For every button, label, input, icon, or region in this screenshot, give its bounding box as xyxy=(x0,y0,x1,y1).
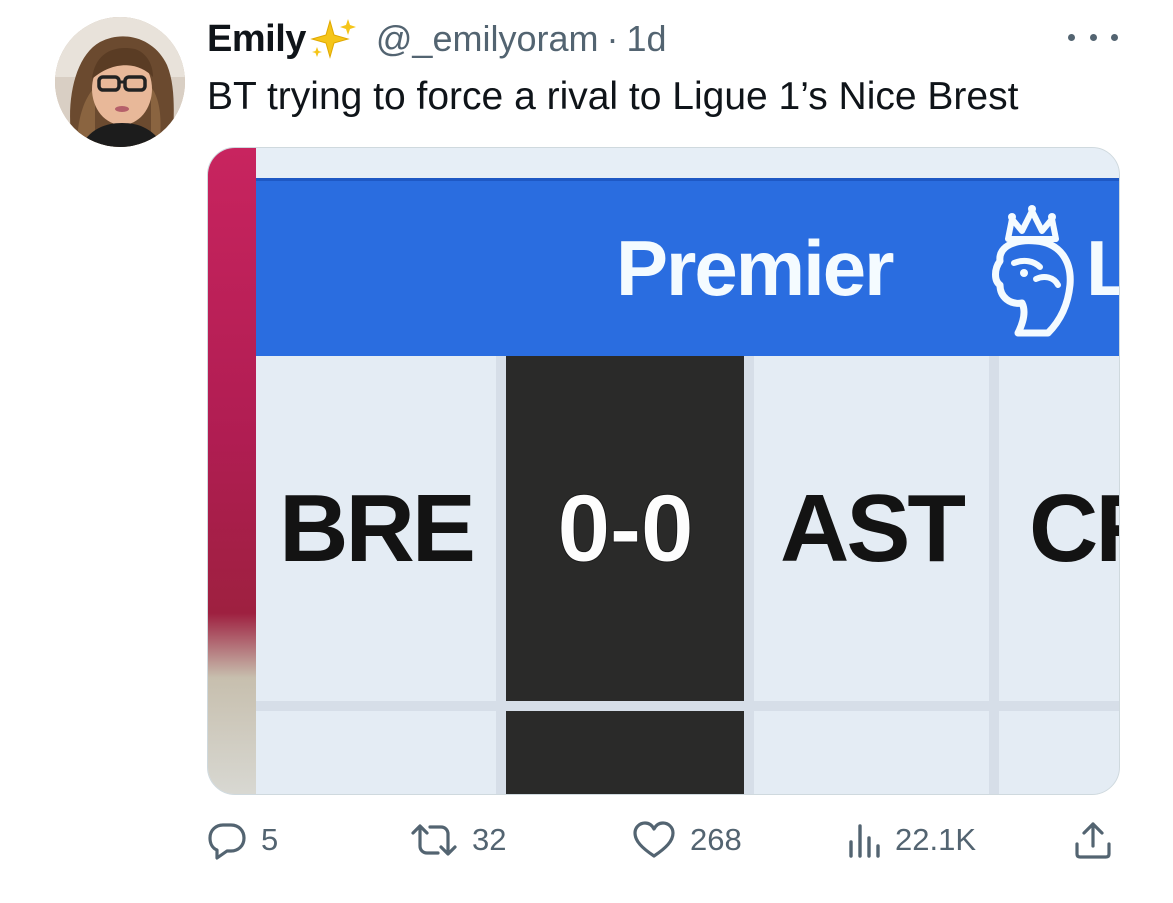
row-cell xyxy=(506,711,744,794)
row-cell xyxy=(999,711,1119,794)
avatar-image xyxy=(55,17,185,147)
tweet-timestamp[interactable]: 1d xyxy=(626,18,666,60)
tweet-text: BT trying to force a rival to Ligue 1’s … xyxy=(207,75,1019,118)
like-button[interactable]: 268 xyxy=(632,812,742,868)
retweet-count: 32 xyxy=(472,822,507,857)
more-dot xyxy=(1089,33,1097,41)
reply-icon xyxy=(207,820,247,860)
next-team-label: CR xyxy=(1029,474,1119,582)
tweet-actions: 5 32 268 22.1K xyxy=(207,812,1118,868)
banner-text-cut: Le xyxy=(1086,223,1119,314)
retweet-icon xyxy=(410,820,458,860)
heart-icon xyxy=(632,820,676,860)
sparkle-icon xyxy=(308,17,360,61)
pink-strip xyxy=(208,148,256,794)
lion-crest-icon xyxy=(978,201,1086,341)
retweet-button[interactable]: 32 xyxy=(410,812,506,868)
row-cell xyxy=(256,711,496,794)
banner-text: Premier xyxy=(616,224,895,312)
home-team-label: BRE xyxy=(279,474,476,582)
team-cell-away: AST xyxy=(754,356,989,701)
tweet-media-image[interactable]: Premier Le BRE xyxy=(207,147,1120,795)
user-handle[interactable]: @_emilyoram xyxy=(376,18,599,60)
separator-dot: · xyxy=(606,18,619,59)
display-name[interactable]: Emily xyxy=(207,18,306,61)
screen-top xyxy=(256,148,1119,178)
premier-league-banner: Premier Le xyxy=(256,178,1119,359)
team-cell-next: CR xyxy=(999,356,1119,701)
more-dot xyxy=(1068,33,1075,41)
more-dot xyxy=(1111,33,1118,41)
like-count: 268 xyxy=(690,822,742,857)
share-button[interactable] xyxy=(1073,812,1113,868)
views-count: 22.1K xyxy=(895,822,977,857)
row-cell xyxy=(754,711,989,794)
avatar[interactable] xyxy=(55,17,185,147)
score-cell: 0-0 xyxy=(506,356,744,701)
reply-count: 5 xyxy=(261,822,279,857)
team-cell-home: BRE xyxy=(256,356,496,701)
away-team-label: AST xyxy=(780,474,966,582)
reply-button[interactable]: 5 xyxy=(207,812,278,868)
views-icon xyxy=(847,820,881,860)
score-label: 0-0 xyxy=(557,474,695,582)
tweet: Emily @_emilyoram · 1d BT trying to forc… xyxy=(0,0,1173,903)
score-board: BRE 0-0 AST CR xyxy=(256,356,1119,794)
share-icon xyxy=(1073,820,1113,860)
more-icon[interactable] xyxy=(1068,22,1118,52)
tweet-header: Emily @_emilyoram · 1d xyxy=(207,14,667,64)
views-button[interactable]: 22.1K xyxy=(847,812,976,868)
